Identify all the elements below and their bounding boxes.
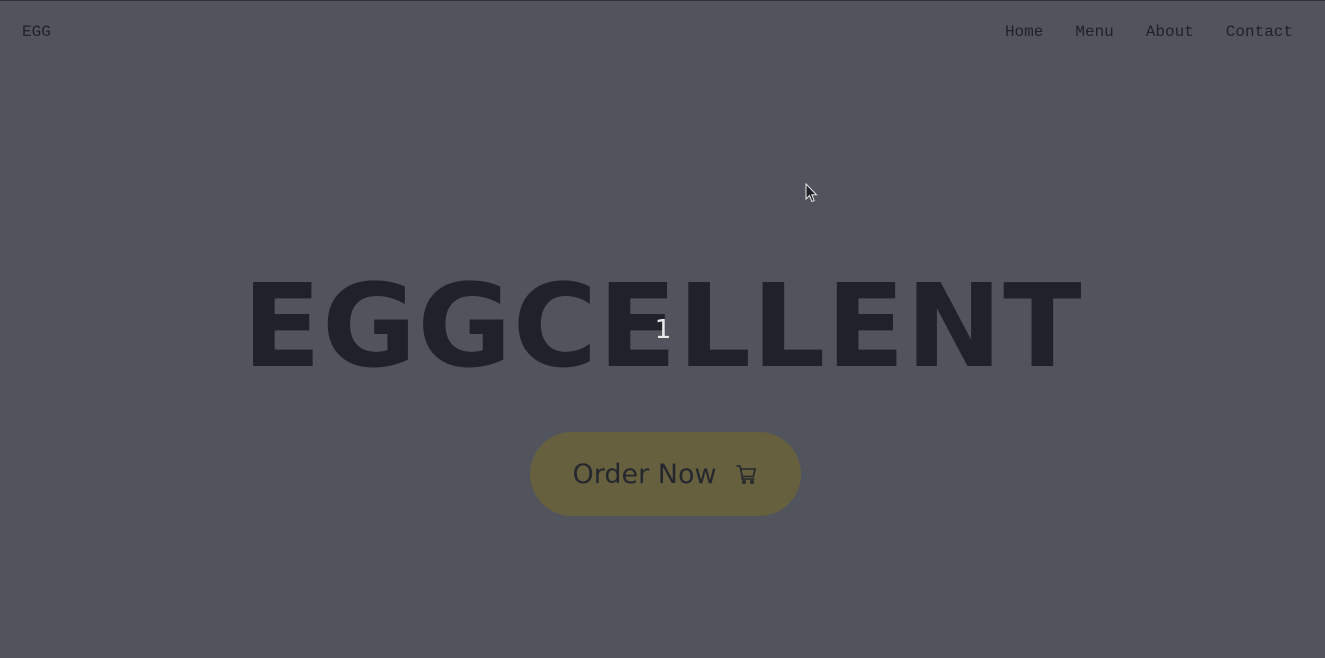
cart-icon [735,462,759,486]
top-border [0,0,1325,1]
nav-link-home[interactable]: Home [1005,23,1043,41]
order-now-button[interactable]: Order Now [530,432,801,516]
main-nav: Home Menu About Contact [1005,23,1293,41]
nav-link-about[interactable]: About [1146,23,1194,41]
order-now-label: Order Now [572,458,717,490]
mouse-pointer-icon [805,182,819,204]
slide-indicator: 1 [654,315,672,345]
nav-link-menu[interactable]: Menu [1075,23,1113,41]
nav-link-contact[interactable]: Contact [1226,23,1293,41]
brand-logo[interactable]: EGG [22,23,51,41]
